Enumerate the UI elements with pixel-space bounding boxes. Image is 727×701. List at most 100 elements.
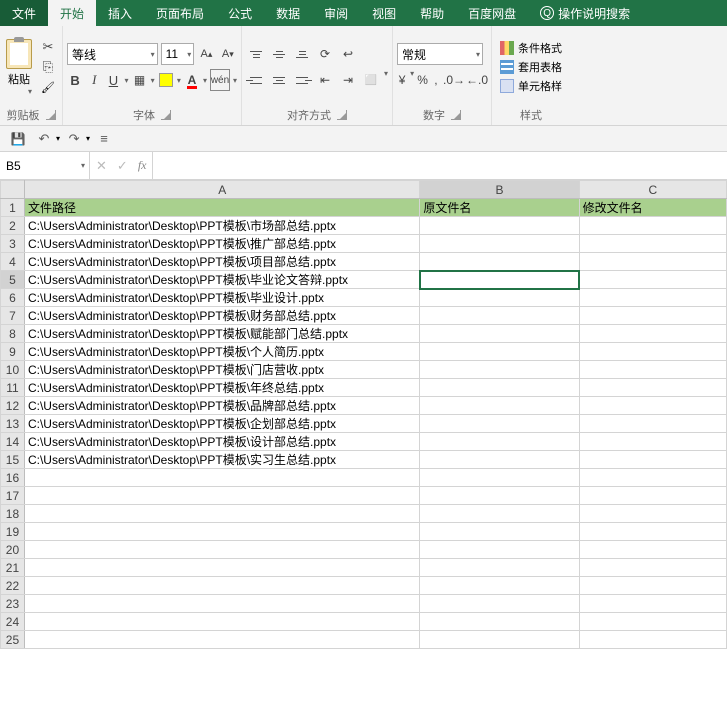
cell[interactable] (579, 253, 726, 271)
undo-button[interactable] (32, 129, 56, 149)
cell[interactable]: C:\Users\Administrator\Desktop\PPT模板\市场部… (24, 217, 419, 235)
row-header[interactable]: 1 (1, 199, 25, 217)
row-header[interactable]: 16 (1, 469, 25, 487)
tab-tell-me[interactable]: Q操作说明搜索 (528, 0, 642, 26)
cell[interactable] (420, 487, 579, 505)
row-header[interactable]: 3 (1, 235, 25, 253)
align-bottom-button[interactable] (292, 43, 312, 65)
cell[interactable] (579, 505, 726, 523)
cell[interactable] (420, 235, 579, 253)
tab-review[interactable]: 审阅 (312, 0, 360, 26)
orientation-button[interactable]: ⟳ (315, 43, 335, 65)
paste-button[interactable]: 粘贴 ▾ (4, 37, 34, 98)
row-header[interactable]: 9 (1, 343, 25, 361)
cell[interactable]: C:\Users\Administrator\Desktop\PPT模板\毕业设… (24, 289, 419, 307)
align-center-button[interactable] (269, 69, 289, 91)
merge-button[interactable] (361, 69, 381, 91)
cell[interactable] (579, 325, 726, 343)
dialog-launcher[interactable] (337, 110, 347, 120)
row-header[interactable]: 18 (1, 505, 25, 523)
cell[interactable]: C:\Users\Administrator\Desktop\PPT模板\赋能部… (24, 325, 419, 343)
row-header[interactable]: 8 (1, 325, 25, 343)
number-format-combo[interactable]: 常规▾ (397, 43, 483, 65)
cell[interactable] (24, 505, 419, 523)
format-as-table-button[interactable]: 套用表格 (500, 59, 562, 75)
row-header[interactable]: 12 (1, 397, 25, 415)
shrink-font-button[interactable]: A▾ (219, 43, 237, 65)
underline-button[interactable]: U (105, 69, 121, 91)
cell[interactable]: C:\Users\Administrator\Desktop\PPT模板\推广部… (24, 235, 419, 253)
cell[interactable] (579, 379, 726, 397)
chevron-down-icon[interactable]: ▾ (384, 69, 388, 91)
tab-insert[interactable]: 插入 (96, 0, 144, 26)
cell[interactable] (579, 595, 726, 613)
cell[interactable] (579, 433, 726, 451)
dialog-launcher[interactable] (46, 110, 56, 120)
tab-help[interactable]: 帮助 (408, 0, 456, 26)
cell[interactable] (420, 433, 579, 451)
cell[interactable] (579, 217, 726, 235)
align-right-button[interactable] (292, 69, 312, 91)
row-header[interactable]: 13 (1, 415, 25, 433)
comma-button[interactable]: , (431, 69, 441, 91)
align-middle-button[interactable] (269, 43, 289, 65)
cell[interactable] (579, 415, 726, 433)
borders-button[interactable] (131, 69, 147, 91)
cell[interactable] (24, 577, 419, 595)
cell[interactable] (24, 631, 419, 649)
cell[interactable] (579, 451, 726, 469)
conditional-formatting-button[interactable]: 条件格式 (500, 40, 562, 56)
cell[interactable] (420, 415, 579, 433)
tab-formulas[interactable]: 公式 (216, 0, 264, 26)
row-header[interactable]: 6 (1, 289, 25, 307)
cell[interactable] (579, 343, 726, 361)
cancel-formula-button[interactable]: ✕ (96, 158, 107, 174)
align-top-button[interactable] (246, 43, 266, 65)
row-header[interactable]: 5 (1, 271, 25, 289)
row-header[interactable]: 25 (1, 631, 25, 649)
cell[interactable] (579, 559, 726, 577)
cell[interactable] (24, 487, 419, 505)
chevron-down-icon[interactable]: ▾ (151, 76, 155, 85)
column-header-A[interactable]: A (24, 181, 419, 199)
header-cell[interactable]: 文件路径 (24, 199, 419, 217)
tab-view[interactable]: 视图 (360, 0, 408, 26)
cell[interactable] (24, 523, 419, 541)
cell[interactable]: C:\Users\Administrator\Desktop\PPT模板\企划部… (24, 415, 419, 433)
font-name-combo[interactable]: 等线▾ (67, 43, 158, 65)
cell[interactable] (579, 469, 726, 487)
cell[interactable] (579, 487, 726, 505)
cell[interactable]: C:\Users\Administrator\Desktop\PPT模板\品牌部… (24, 397, 419, 415)
row-header[interactable]: 15 (1, 451, 25, 469)
cell[interactable] (579, 235, 726, 253)
tab-file[interactable]: 文件 (0, 0, 48, 26)
percent-button[interactable]: % (417, 69, 428, 91)
row-header[interactable]: 14 (1, 433, 25, 451)
cell[interactable] (420, 559, 579, 577)
cell[interactable] (579, 631, 726, 649)
cell[interactable] (420, 271, 579, 289)
cell[interactable] (579, 541, 726, 559)
column-header-C[interactable]: C (579, 181, 726, 199)
row-header[interactable]: 23 (1, 595, 25, 613)
chevron-down-icon[interactable]: ▾ (233, 76, 237, 85)
row-header[interactable]: 19 (1, 523, 25, 541)
row-header[interactable]: 11 (1, 379, 25, 397)
formula-input[interactable] (153, 152, 727, 179)
cell[interactable] (420, 325, 579, 343)
save-button[interactable] (6, 129, 30, 149)
chevron-down-icon[interactable]: ▾ (203, 76, 207, 85)
row-header[interactable]: 22 (1, 577, 25, 595)
cell[interactable] (24, 469, 419, 487)
enter-formula-button[interactable]: ✓ (117, 158, 128, 174)
row-header[interactable]: 17 (1, 487, 25, 505)
row-header[interactable]: 24 (1, 613, 25, 631)
cell[interactable]: C:\Users\Administrator\Desktop\PPT模板\门店营… (24, 361, 419, 379)
cell[interactable] (420, 289, 579, 307)
cell[interactable]: C:\Users\Administrator\Desktop\PPT模板\项目部… (24, 253, 419, 271)
accounting-format-button[interactable]: ¥ (397, 69, 407, 91)
cell[interactable] (420, 361, 579, 379)
cell[interactable] (420, 397, 579, 415)
row-header[interactable]: 20 (1, 541, 25, 559)
tab-home[interactable]: 开始 (48, 0, 96, 26)
